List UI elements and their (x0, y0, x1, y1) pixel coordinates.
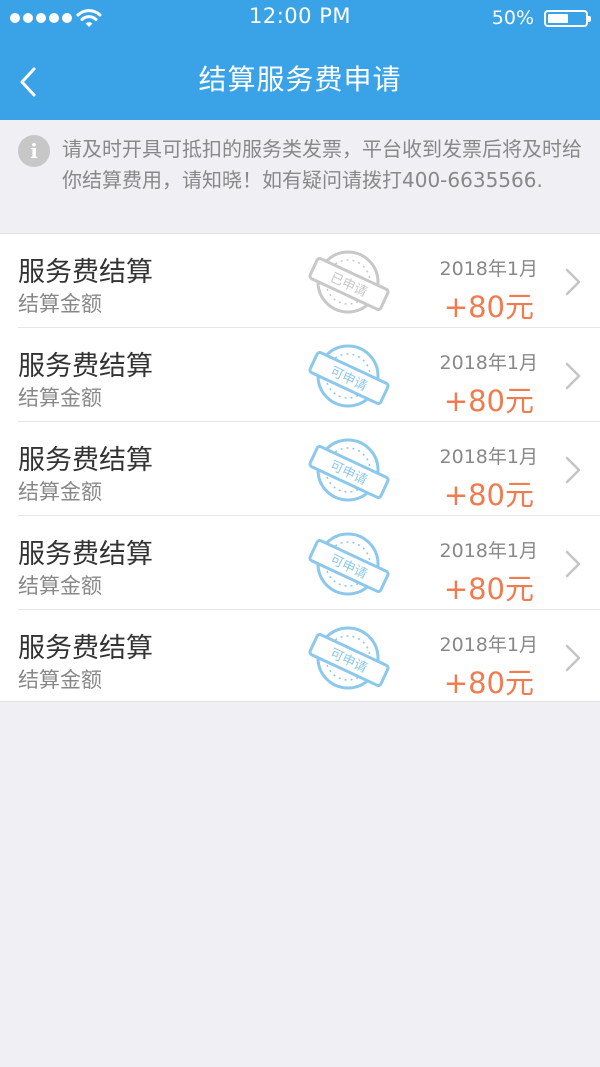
info-icon: i (18, 135, 50, 167)
chevron-right-icon (565, 268, 581, 296)
stamp-icon: 已申请 (308, 250, 390, 314)
item-date: 2018年1月 (439, 352, 538, 374)
item-title: 服务费结算 (18, 445, 153, 476)
list-item[interactable]: 服务费结算 结算金额 可申请 2018年1月 +80元 (0, 516, 600, 610)
battery-icon (544, 10, 591, 27)
item-amount: +80元 (443, 666, 534, 700)
item-amount: +80元 (443, 384, 534, 418)
stamp-icon: 可申请 (308, 532, 390, 596)
item-title: 服务费结算 (18, 539, 153, 570)
item-date: 2018年1月 (439, 446, 538, 468)
item-date: 2018年1月 (439, 540, 538, 562)
status-bar: 12:00 PM 50% (0, 0, 600, 38)
battery-percent: 50% (491, 7, 534, 29)
item-title: 服务费结算 (18, 351, 153, 382)
item-date: 2018年1月 (439, 634, 538, 656)
settlement-list: 服务费结算 结算金额 已申请 2018年1月 +80元 服务费结算 结算金额 可… (0, 233, 600, 702)
chevron-right-icon (565, 456, 581, 484)
stamp-icon: 可申请 (308, 344, 390, 408)
item-amount: +80元 (443, 572, 534, 606)
item-title: 服务费结算 (18, 633, 153, 664)
notice-text: 请及时开具可抵扣的服务类发票，平台收到发票后将及时给你结算费用，请知晓！如有疑问… (62, 137, 582, 192)
item-subtitle: 结算金额 (18, 386, 102, 410)
page-title: 结算服务费申请 (198, 63, 402, 96)
item-amount: +80元 (443, 290, 534, 324)
item-amount: +80元 (443, 478, 534, 512)
list-item[interactable]: 服务费结算 结算金额 可申请 2018年1月 +80元 (0, 328, 600, 422)
stamp-icon: 可申请 (308, 438, 390, 502)
list-item[interactable]: 服务费结算 结算金额 可申请 2018年1月 +80元 (0, 422, 600, 516)
item-subtitle: 结算金额 (18, 668, 102, 692)
item-date: 2018年1月 (439, 258, 538, 280)
chevron-right-icon (565, 644, 581, 672)
list-item[interactable]: 服务费结算 结算金额 已申请 2018年1月 +80元 (0, 234, 600, 328)
chevron-right-icon (565, 362, 581, 390)
item-subtitle: 结算金额 (18, 480, 102, 504)
stamp-icon: 可申请 (308, 626, 390, 690)
item-title: 服务费结算 (18, 257, 153, 288)
chevron-right-icon (565, 550, 581, 578)
list-item[interactable]: 服务费结算 结算金额 可申请 2018年1月 +80元 (0, 610, 600, 704)
item-subtitle: 结算金额 (18, 574, 102, 598)
item-subtitle: 结算金额 (18, 292, 102, 316)
nav-bar: 12:00 PM 50% 结算服务费申请 (0, 0, 600, 120)
